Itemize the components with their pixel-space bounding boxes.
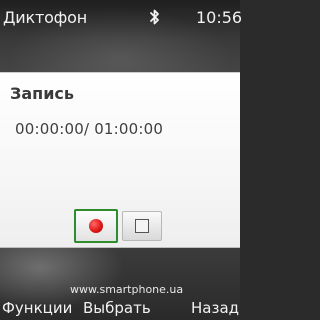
recorder-title: Запись (10, 84, 75, 103)
record-icon (89, 219, 103, 233)
watermark: www.smartphone.ua (70, 283, 184, 296)
softkey-select[interactable]: Выбрать (83, 299, 151, 317)
softkey-options[interactable]: Функции (2, 299, 72, 317)
stop-icon (135, 219, 149, 233)
bluetooth-icon (150, 9, 159, 25)
softkey-bar: Функции Выбрать Назад (0, 298, 240, 320)
status-bar: Диктофон 10:56 (0, 0, 243, 34)
recorder-controls (74, 209, 166, 243)
recording-timer: 00:00:00/ 01:00:00 (15, 120, 164, 138)
record-button[interactable] (74, 209, 118, 243)
stop-button[interactable] (122, 211, 162, 241)
clock: 10:56 (196, 8, 243, 27)
softkey-back[interactable]: Назад (191, 299, 239, 317)
app-title: Диктофон (3, 8, 88, 27)
recorder-panel: Запись 00:00:00/ 01:00:00 (0, 72, 240, 248)
